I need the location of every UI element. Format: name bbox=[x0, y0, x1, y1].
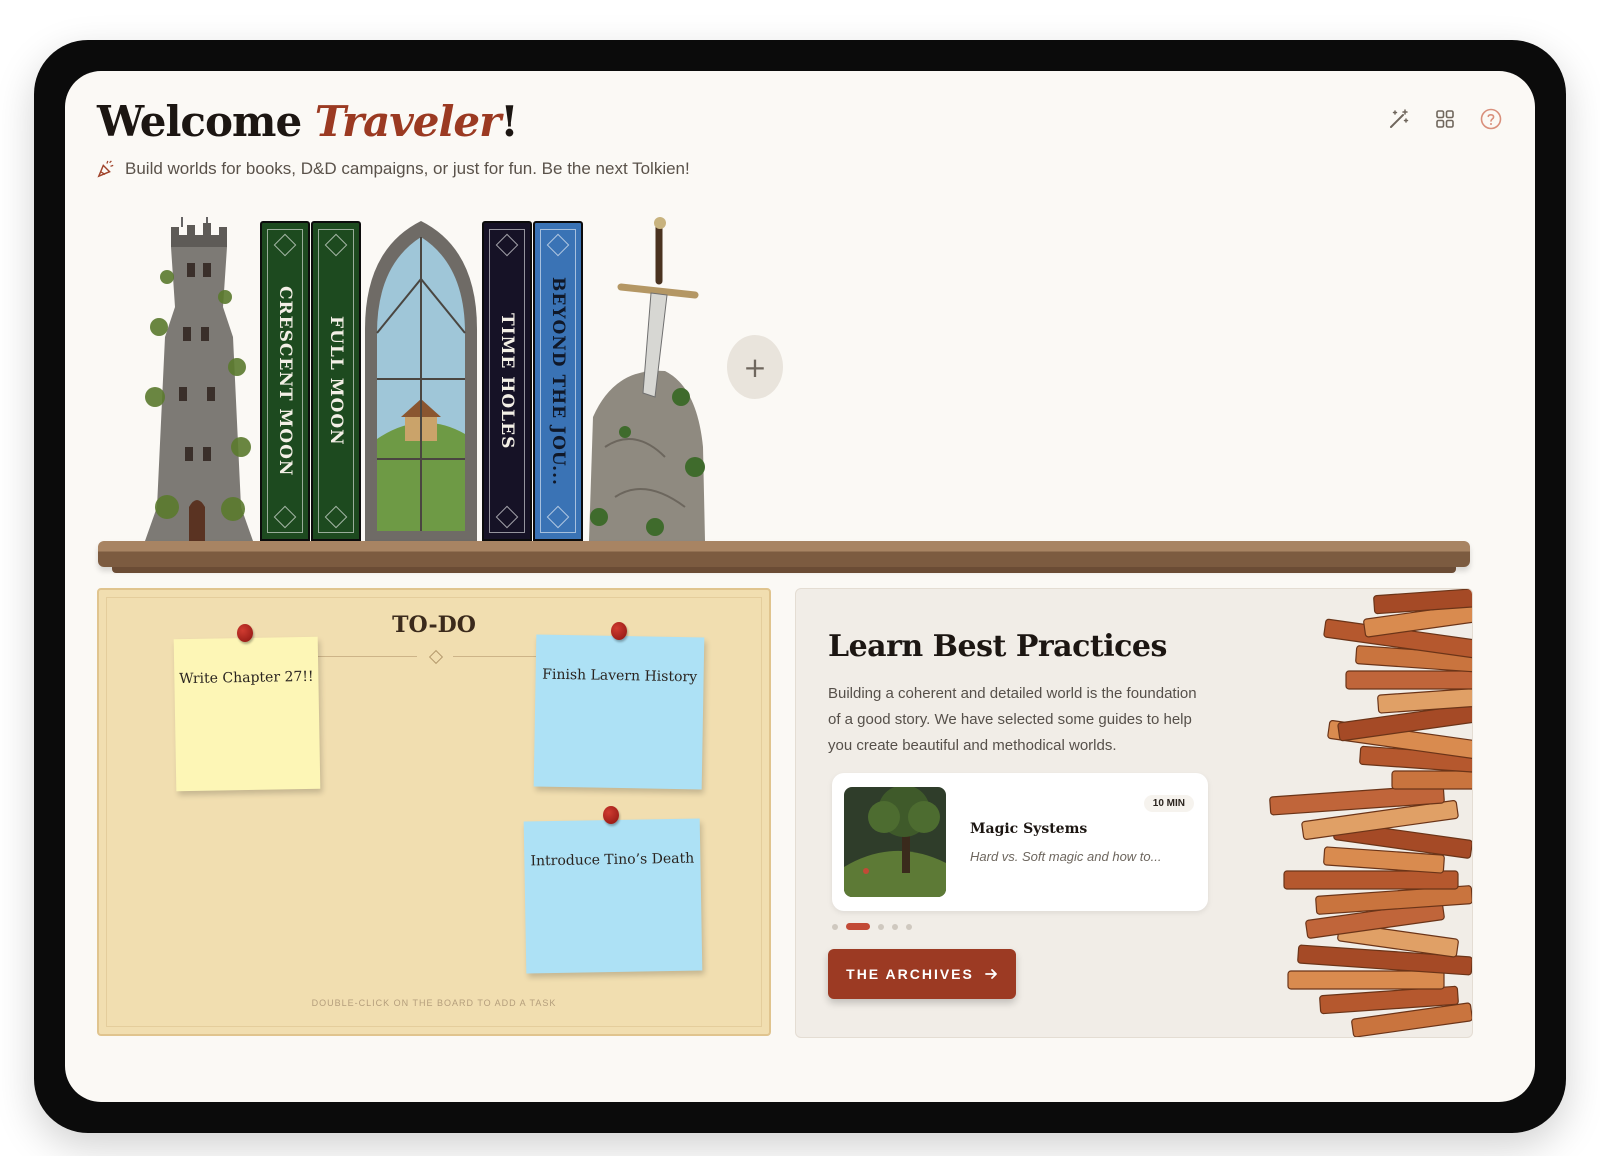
traveler-name: Traveler bbox=[314, 97, 501, 146]
book-title: BEYOND THE JOU... bbox=[548, 276, 568, 486]
magic-wand-button[interactable] bbox=[1385, 105, 1413, 133]
sticky-note[interactable]: Introduce Tino’s Death bbox=[523, 818, 703, 974]
duration-badge: 10 MIN bbox=[1143, 795, 1194, 812]
learn-card: Learn Best Practices Building a coherent… bbox=[795, 588, 1473, 1038]
note-text: Write Chapter 27!! bbox=[179, 668, 314, 688]
pushpin-icon bbox=[611, 622, 627, 640]
guide-subtitle: Hard vs. Soft magic and how to... bbox=[970, 849, 1162, 864]
title-prefix: Welcome bbox=[97, 97, 315, 146]
guide-title: Magic Systems bbox=[970, 821, 1088, 837]
title-suffix: ! bbox=[500, 97, 518, 146]
app-screen: Welcome Traveler! Build worlds for books… bbox=[65, 71, 1535, 1102]
party-popper-icon bbox=[97, 160, 114, 178]
note-text: Introduce Tino’s Death bbox=[530, 850, 695, 870]
sword-in-stone-illustration[interactable] bbox=[585, 217, 707, 541]
world-book-crescent-moon[interactable]: CRESCENT MOON bbox=[260, 221, 310, 541]
add-world-button[interactable]: + bbox=[727, 335, 783, 399]
arrow-right-icon bbox=[984, 969, 997, 979]
page-title: Welcome Traveler! bbox=[97, 97, 519, 146]
book-title: FULL MOON bbox=[326, 316, 346, 446]
carousel-dot-active[interactable] bbox=[846, 923, 870, 930]
carousel-dot[interactable] bbox=[878, 923, 884, 930]
learn-description: Building a coherent and detailed world i… bbox=[828, 685, 1197, 754]
todo-title: TO-DO bbox=[392, 612, 476, 638]
todo-hint: DOUBLE-CLICK ON THE BOARD TO ADD A TASK bbox=[311, 998, 557, 1008]
carousel-dot[interactable] bbox=[832, 923, 838, 930]
gothic-window-illustration[interactable] bbox=[361, 219, 481, 541]
world-book-time-holes[interactable]: TIME HOLES bbox=[482, 221, 532, 541]
divider bbox=[453, 656, 541, 657]
toolbar bbox=[1385, 105, 1505, 133]
sticky-note[interactable]: Write Chapter 27!! bbox=[173, 636, 321, 792]
carousel-dot[interactable] bbox=[892, 923, 898, 930]
pushpin-icon bbox=[237, 624, 253, 642]
castle-tower-illustration[interactable] bbox=[137, 217, 259, 541]
todo-board[interactable]: TO-DO Write Chapter 27!! Finish Lavern H… bbox=[97, 588, 771, 1036]
shelf-board bbox=[98, 541, 1470, 573]
guide-thumbnail bbox=[844, 787, 946, 897]
book-title: CRESCENT MOON bbox=[275, 285, 295, 477]
world-book-beyond-the-journey[interactable]: BEYOND THE JOU... bbox=[533, 221, 583, 541]
carousel-dots bbox=[832, 923, 912, 930]
grid-icon bbox=[1436, 110, 1454, 128]
divider bbox=[313, 656, 417, 657]
archives-button[interactable]: THE ARCHIVES bbox=[828, 949, 1016, 999]
help-button[interactable] bbox=[1477, 105, 1505, 133]
guide-card[interactable]: Magic Systems Hard vs. Soft magic and ho… bbox=[832, 773, 1208, 911]
help-icon bbox=[1480, 108, 1502, 130]
world-book-full-moon[interactable]: FULL MOON bbox=[311, 221, 361, 541]
learn-title: Learn Best Practices bbox=[828, 629, 1167, 664]
note-text: Finish Lavern History bbox=[542, 666, 698, 686]
grid-view-button[interactable] bbox=[1431, 105, 1459, 133]
subtitle-text: Build worlds for books, D&D campaigns, o… bbox=[125, 159, 690, 178]
magic-wand-icon bbox=[1390, 109, 1409, 128]
book-stack-illustration bbox=[1269, 589, 1472, 1037]
subtitle-row: Build worlds for books, D&D campaigns, o… bbox=[97, 159, 690, 179]
sticky-note[interactable]: Finish Lavern History bbox=[533, 634, 705, 790]
carousel-dot[interactable] bbox=[906, 923, 912, 930]
pushpin-icon bbox=[603, 806, 619, 824]
archives-label: THE ARCHIVES bbox=[846, 966, 974, 982]
book-title: TIME HOLES bbox=[497, 312, 517, 450]
